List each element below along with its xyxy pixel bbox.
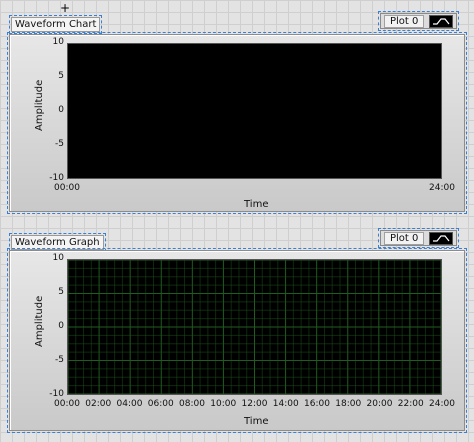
waveform-graph-label[interactable]: Waveform Graph — [9, 233, 106, 252]
waveform-graph-panel: 10 5 0 -5 -10 00:00 02:00 04:00 06:00 08:00 10:00… — [7, 248, 467, 433]
chart-legend-plot-name[interactable]: Plot 0 — [384, 14, 425, 28]
graph-legend-plot-name[interactable]: Plot 0 — [384, 231, 425, 245]
waveform-icon[interactable] — [429, 231, 454, 245]
cursor-crosshair-icon: + — [60, 1, 71, 15]
chart-x-tick: 00:00 — [54, 183, 80, 193]
chart-plot-legend[interactable]: Plot 0 — [377, 11, 460, 31]
waveform-icon[interactable] — [429, 14, 454, 28]
chart-x-axis-title: Time — [244, 199, 269, 210]
graph-y-tick: 10 — [52, 253, 64, 263]
waveform-chart-plot-area[interactable] — [67, 43, 442, 179]
graph-plot-legend[interactable]: Plot 0 — [377, 228, 460, 248]
waveform-graph-plot-area[interactable] — [67, 259, 442, 395]
graph-grid-lines — [68, 260, 441, 394]
chart-y-tick: 10 — [52, 37, 64, 47]
waveform-chart-panel: 10 5 0 -5 -10 00:00 24:00 Amplitude Time — [7, 32, 467, 214]
waveform-chart-label[interactable]: Waveform Chart — [8, 15, 103, 34]
chart-y-axis-title: Amplitude — [34, 79, 45, 131]
graph-y-tick: -5 — [55, 355, 64, 365]
graph-y-axis-title: Amplitude — [34, 295, 45, 347]
chart-x-tick: 24:00 — [429, 183, 455, 193]
graph-x-axis-title: Time — [244, 416, 269, 427]
chart-y-tick: -10 — [49, 173, 64, 183]
chart-y-tick: -5 — [55, 139, 64, 149]
graph-y-tick: -10 — [49, 389, 64, 399]
graph-x-tick: 24:00 — [429, 399, 455, 409]
